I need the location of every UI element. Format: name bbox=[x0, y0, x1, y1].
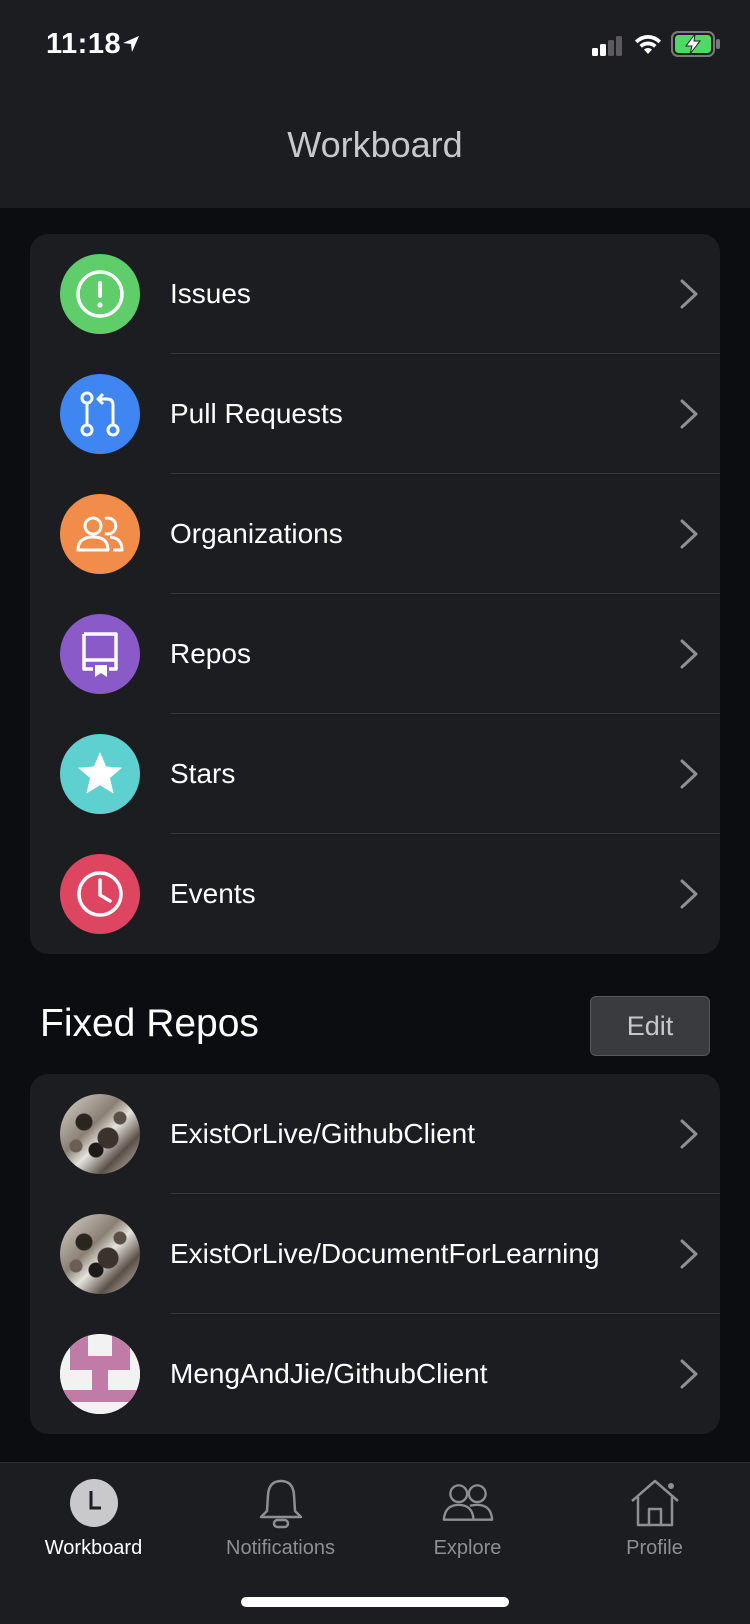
chevron-right-icon bbox=[680, 1119, 698, 1149]
chevron-right-icon bbox=[680, 279, 698, 309]
edit-button[interactable]: Edit bbox=[590, 996, 710, 1056]
status-time: 11:18 bbox=[46, 28, 122, 60]
chevron-right-icon bbox=[680, 639, 698, 669]
location-arrow-icon bbox=[123, 36, 139, 52]
menu-item-label: Events bbox=[170, 878, 256, 909]
menu-item-events[interactable]: Events bbox=[30, 834, 720, 954]
repo-name: ExistOrLive/GithubClient bbox=[170, 1118, 476, 1149]
workboard-menu: Issues Pull Requests Organizations Repos… bbox=[30, 234, 720, 954]
clock-icon bbox=[70, 1479, 118, 1527]
home-indicator[interactable] bbox=[241, 1597, 509, 1607]
menu-item-label: Stars bbox=[170, 758, 236, 789]
workboard-screen: 11:18 Workboard Issues Pull Requests Org… bbox=[0, 0, 750, 1624]
tab-label: Explore bbox=[433, 1537, 502, 1559]
bell-icon bbox=[259, 1479, 303, 1529]
wifi-icon bbox=[635, 34, 661, 54]
chevron-right-icon bbox=[680, 879, 698, 909]
tab-label: Profile bbox=[626, 1537, 683, 1559]
photo-avatar bbox=[60, 1094, 140, 1174]
repo-item[interactable]: ExistOrLive/DocumentForLearning bbox=[30, 1194, 720, 1314]
tab-label: Notifications bbox=[226, 1537, 335, 1559]
tab-notifications[interactable]: Notifications bbox=[187, 1463, 374, 1573]
repo-name: MengAndJie/GithubClient bbox=[170, 1358, 488, 1389]
chevron-right-icon bbox=[680, 399, 698, 429]
home-icon bbox=[631, 1479, 679, 1527]
menu-item-label: Issues bbox=[170, 278, 251, 309]
signal-icon bbox=[592, 36, 622, 56]
clock-icon bbox=[60, 854, 140, 934]
menu-item-pull-requests[interactable]: Pull Requests bbox=[30, 354, 720, 474]
pull-request-icon bbox=[60, 374, 140, 454]
people-icon bbox=[60, 494, 140, 574]
chevron-right-icon bbox=[680, 1239, 698, 1269]
tab-label: Workboard bbox=[44, 1537, 143, 1559]
repo-item[interactable]: ExistOrLive/GithubClient bbox=[30, 1074, 720, 1194]
issue-icon bbox=[60, 254, 140, 334]
fixed-repos-list: ExistOrLive/GithubClient ExistOrLive/Doc… bbox=[30, 1074, 720, 1434]
chevron-right-icon bbox=[680, 759, 698, 789]
identicon-avatar bbox=[60, 1334, 140, 1414]
photo-avatar bbox=[60, 1214, 140, 1294]
chevron-right-icon bbox=[680, 519, 698, 549]
menu-item-issues[interactable]: Issues bbox=[30, 234, 720, 354]
tab-workboard[interactable]: Workboard bbox=[0, 1463, 187, 1573]
tab-explore[interactable]: Explore bbox=[374, 1463, 561, 1573]
repo-name: ExistOrLive/DocumentForLearning bbox=[170, 1238, 600, 1269]
repo-icon bbox=[60, 614, 140, 694]
menu-item-stars[interactable]: Stars bbox=[30, 714, 720, 834]
menu-item-repos[interactable]: Repos bbox=[30, 594, 720, 714]
menu-item-label: Repos bbox=[170, 638, 251, 669]
tab-profile[interactable]: Profile bbox=[561, 1463, 748, 1573]
people-icon bbox=[442, 1484, 494, 1521]
menu-item-label: Pull Requests bbox=[170, 398, 343, 429]
menu-item-label: Organizations bbox=[170, 518, 343, 549]
top-bar: 11:18 Workboard bbox=[0, 0, 750, 208]
fixed-repos-title: Fixed Repos bbox=[40, 1002, 259, 1045]
star-icon bbox=[60, 734, 140, 814]
menu-item-organizations[interactable]: Organizations bbox=[30, 474, 720, 594]
chevron-right-icon bbox=[680, 1359, 698, 1389]
page-title: Workboard bbox=[287, 124, 463, 165]
repo-item[interactable]: MengAndJie/GithubClient bbox=[30, 1314, 720, 1434]
battery-charging-icon bbox=[671, 31, 720, 57]
